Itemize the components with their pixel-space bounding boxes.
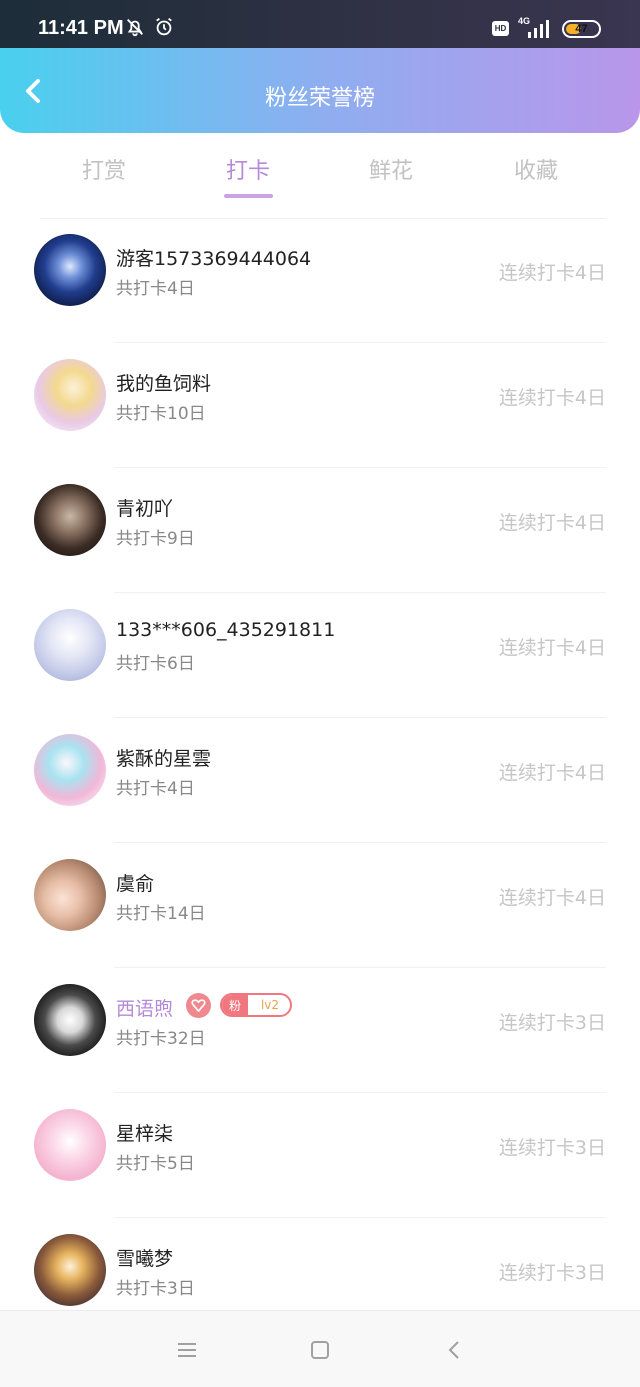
menu-icon (178, 1343, 196, 1357)
list-item[interactable]: 游客1573369444064 共打卡4日 连续打卡4日 (0, 218, 640, 343)
fan-name: 我的鱼饲料 (116, 373, 212, 395)
fan-name: 西语煦 (116, 998, 174, 1020)
list-item[interactable]: 西语煦 粉 lv2 共打卡32日 连续打卡3日 (0, 968, 640, 1093)
total-checkin-days: 共打卡6日 (116, 654, 195, 674)
fan-name: 雪曦梦 (116, 1248, 174, 1270)
tab-flowers[interactable]: 鲜花 (331, 153, 451, 185)
streak-days: 连续打卡4日 (498, 512, 606, 534)
total-checkin-days: 共打卡10日 (116, 404, 206, 424)
status-bar: 11:41 PM HD 4G 47 (0, 0, 640, 48)
avatar[interactable] (34, 1109, 106, 1181)
avatar[interactable] (34, 234, 106, 306)
fan-name: 游客1573369444064 (116, 248, 312, 270)
streak-days: 连续打卡4日 (498, 387, 606, 409)
menu-button[interactable] (167, 1335, 207, 1365)
back-arrow-icon (448, 1341, 459, 1359)
alarm-icon (156, 17, 172, 36)
fan-name: 青初吖 (116, 498, 174, 520)
avatar[interactable] (34, 1234, 106, 1306)
list-item[interactable]: 星梓柒 共打卡5日 连续打卡3日 (0, 1093, 640, 1218)
total-checkin-days: 共打卡3日 (116, 1279, 195, 1299)
avatar[interactable] (34, 859, 106, 931)
streak-days: 连续打卡4日 (498, 637, 606, 659)
streak-days: 连续打卡3日 (498, 1137, 606, 1159)
notifications-off-icon (127, 19, 143, 37)
active-tab-indicator (224, 194, 273, 198)
total-checkin-days: 共打卡32日 (116, 1029, 206, 1049)
fan-name: 紫酥的星雲 (116, 748, 212, 770)
list-item[interactable]: 虞俞 共打卡14日 连续打卡4日 (0, 843, 640, 968)
battery-percent: 47 (575, 23, 588, 35)
fan-name: 虞俞 (116, 873, 155, 895)
streak-days: 连续打卡4日 (498, 262, 606, 284)
fan-badge-label: 粉 (222, 995, 248, 1015)
fan-badge-level: lv2 (260, 998, 280, 1012)
heart-badge-icon (186, 992, 211, 1018)
list-item[interactable]: 紫酥的星雲 共打卡4日 连续打卡4日 (0, 718, 640, 843)
battery-icon: 47 (562, 20, 601, 38)
tab-tips[interactable]: 打赏 (44, 153, 164, 185)
avatar[interactable] (34, 984, 106, 1056)
streak-days: 连续打卡3日 (498, 1012, 606, 1034)
fan-name: 133***606_435291811 (116, 619, 336, 641)
fan-name: 星梓柒 (116, 1123, 174, 1145)
fan-level-badge: 粉 lv2 (220, 993, 292, 1017)
avatar[interactable] (34, 609, 106, 681)
total-checkin-days: 共打卡14日 (116, 904, 206, 924)
home-square-icon (311, 1341, 329, 1359)
streak-days: 连续打卡4日 (498, 887, 606, 909)
list-item[interactable]: 我的鱼饲料 共打卡10日 连续打卡4日 (0, 343, 640, 468)
list-item[interactable]: 133***606_435291811 共打卡6日 连续打卡4日 (0, 593, 640, 718)
system-nav-bar (0, 1310, 640, 1387)
tab-favorites[interactable]: 收藏 (476, 153, 596, 185)
status-time: 11:41 PM (38, 17, 124, 39)
fan-list: 游客1573369444064 共打卡4日 连续打卡4日 我的鱼饲料 共打卡10… (0, 218, 640, 1343)
page-title: 粉丝荣誉榜 (264, 86, 375, 111)
total-checkin-days: 共打卡4日 (116, 279, 195, 299)
signal-bars-icon (528, 20, 549, 38)
hd-voice-icon: HD (492, 21, 509, 36)
total-checkin-days: 共打卡9日 (116, 529, 195, 549)
avatar[interactable] (34, 734, 106, 806)
streak-days: 连续打卡4日 (498, 762, 606, 784)
home-button[interactable] (300, 1335, 340, 1365)
avatar[interactable] (34, 484, 106, 556)
fan-badges: 粉 lv2 (186, 992, 292, 1018)
system-back-button[interactable] (434, 1335, 474, 1365)
streak-days: 连续打卡3日 (498, 1262, 606, 1284)
header-bar: 粉丝荣誉榜 (0, 48, 640, 133)
tab-bar: 打赏 打卡 鲜花 收藏 (0, 133, 640, 213)
total-checkin-days: 共打卡5日 (116, 1154, 195, 1174)
total-checkin-days: 共打卡4日 (116, 779, 195, 799)
avatar[interactable] (34, 359, 106, 431)
tab-checkin[interactable]: 打卡 (188, 153, 308, 185)
list-item[interactable]: 青初吖 共打卡9日 连续打卡4日 (0, 468, 640, 593)
